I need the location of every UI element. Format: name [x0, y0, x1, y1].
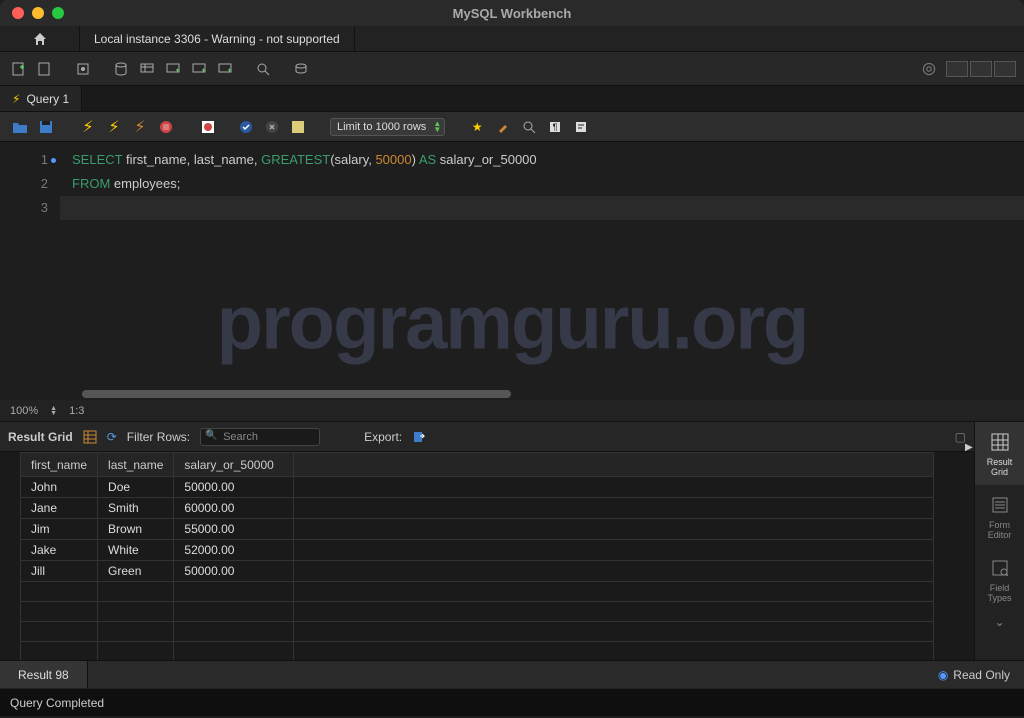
wrap-icon[interactable] — [571, 117, 591, 137]
collapse-caret-icon[interactable]: ▶ — [965, 442, 973, 453]
panel-left-toggle[interactable] — [946, 61, 968, 77]
editor-statusbar: 100% ▲▼ 1:3 — [0, 400, 1024, 422]
db-icon-5[interactable] — [214, 58, 236, 80]
explain-icon[interactable]: ⚡︎ — [130, 117, 150, 137]
close-window-button[interactable] — [12, 7, 24, 19]
filter-search-input[interactable]: Search — [200, 428, 320, 446]
zoom-level: 100% — [10, 405, 38, 417]
table-row[interactable]: JillGreen50000.00 — [21, 561, 934, 582]
execute-current-icon[interactable]: ⚡︎ — [104, 117, 124, 137]
zoom-window-button[interactable] — [52, 7, 64, 19]
zoom-stepper[interactable]: ▲▼ — [50, 406, 57, 416]
filter-rows-label: Filter Rows: — [127, 430, 190, 444]
result-toolbar: Result Grid ⟳ Filter Rows: Search Export… — [0, 422, 974, 452]
panel-right-toggle[interactable] — [994, 61, 1016, 77]
column-header[interactable]: salary_or_50000 — [174, 453, 294, 477]
stop-icon[interactable] — [156, 117, 176, 137]
gutter: 1 2 3 — [0, 142, 60, 400]
result-tab[interactable]: Result 98 — [0, 661, 88, 688]
table-row[interactable]: JaneSmith60000.00 — [21, 498, 934, 519]
execute-icon[interactable]: ⚡︎ — [78, 117, 98, 137]
panel-toggle-group — [946, 61, 1016, 77]
grid-icon[interactable] — [83, 430, 97, 444]
table-row-empty — [21, 622, 934, 642]
result-tabbar: Result 98 ◉ Read Only — [0, 660, 1024, 688]
column-header-empty — [294, 453, 934, 477]
cursor-position: 1:3 — [69, 405, 84, 417]
main-toolbar — [0, 52, 1024, 86]
new-sql-tab-icon[interactable] — [8, 58, 30, 80]
code-area[interactable]: SELECT first_name, last_name, GREATEST(s… — [60, 142, 1024, 400]
result-grid[interactable]: first_namelast_namesalary_or_50000JohnDo… — [0, 452, 974, 660]
server-status-icon[interactable] — [72, 58, 94, 80]
connection-tab[interactable]: Local instance 3306 - Warning - not supp… — [80, 26, 355, 51]
editor-hscroll[interactable] — [82, 390, 1014, 400]
grid-icon — [988, 430, 1012, 454]
query-toolbar: ⚡︎ ⚡︎ ⚡︎ Limit to 1000 rows ▲▼ ★ ¶ — [0, 112, 1024, 142]
side-tabs-more-icon[interactable]: ⌄ — [975, 611, 1024, 633]
limit-selector-label: Limit to 1000 rows — [337, 121, 426, 133]
connection-tabbar: Local instance 3306 - Warning - not supp… — [0, 26, 1024, 52]
toggle-1-icon[interactable] — [198, 117, 218, 137]
result-area: Result Grid ⟳ Filter Rows: Search Export… — [0, 422, 1024, 660]
svg-text:¶: ¶ — [553, 122, 558, 132]
rollback-icon[interactable] — [262, 117, 282, 137]
table-row[interactable]: JimBrown55000.00 — [21, 519, 934, 540]
refresh-icon[interactable]: ⟳ — [107, 430, 117, 444]
save-file-icon[interactable] — [36, 117, 56, 137]
export-label: Export: — [364, 430, 402, 444]
window-title: MySQL Workbench — [453, 6, 572, 21]
table-row[interactable]: JohnDoe50000.00 — [21, 477, 934, 498]
bolt-icon: ⚡︎ — [12, 92, 20, 106]
result-grid-label: Result Grid — [8, 430, 73, 444]
favorite-icon[interactable]: ★ — [467, 117, 487, 137]
table-row-empty — [21, 642, 934, 661]
sql-editor[interactable]: 1 2 3 SELECT first_name, last_name, GREA… — [0, 142, 1024, 400]
db-icon-2[interactable] — [136, 58, 158, 80]
status-text: Query Completed — [10, 696, 104, 710]
db-icon-1[interactable] — [110, 58, 132, 80]
table-row-empty — [21, 602, 934, 622]
export-icon[interactable] — [412, 430, 426, 444]
home-icon — [32, 31, 48, 47]
db-icon-3[interactable] — [162, 58, 184, 80]
field-types-icon — [988, 556, 1012, 580]
side-tab-form-editor[interactable]: Form Editor — [975, 485, 1024, 548]
readonly-bullet-icon: ◉ — [938, 668, 948, 682]
table-row-empty — [21, 582, 934, 602]
result-side-tabs: ▶ Result Grid Form Editor Field Types ⌄ — [974, 422, 1024, 660]
minimize-window-button[interactable] — [32, 7, 44, 19]
commit-icon[interactable] — [236, 117, 256, 137]
table-row[interactable]: JakeWhite52000.00 — [21, 540, 934, 561]
db-icon-4[interactable] — [188, 58, 210, 80]
limit-selector[interactable]: Limit to 1000 rows ▲▼ — [330, 118, 445, 136]
side-tab-field-types[interactable]: Field Types — [975, 548, 1024, 611]
gear-icon[interactable] — [918, 58, 940, 80]
statusbar: Query Completed — [0, 688, 1024, 716]
query-tab[interactable]: ⚡︎ Query 1 — [0, 86, 82, 111]
search-icon[interactable] — [252, 58, 274, 80]
beautify-icon[interactable] — [493, 117, 513, 137]
query-tabbar: ⚡︎ Query 1 — [0, 86, 1024, 112]
readonly-indicator: ◉ Read Only — [924, 661, 1024, 688]
column-header[interactable]: last_name — [98, 453, 174, 477]
column-header[interactable]: first_name — [21, 453, 98, 477]
side-tab-result-grid[interactable]: Result Grid — [975, 422, 1024, 485]
open-sql-file-icon[interactable] — [34, 58, 56, 80]
panel-bottom-toggle[interactable] — [970, 61, 992, 77]
form-icon — [988, 493, 1012, 517]
find-icon[interactable] — [519, 117, 539, 137]
autocommit-icon[interactable] — [288, 117, 308, 137]
titlebar: MySQL Workbench — [0, 0, 1024, 26]
home-tab[interactable] — [0, 26, 80, 51]
reconnect-icon[interactable] — [290, 58, 312, 80]
invisible-chars-icon[interactable]: ¶ — [545, 117, 565, 137]
query-tab-label: Query 1 — [26, 92, 69, 106]
open-file-icon[interactable] — [10, 117, 30, 137]
